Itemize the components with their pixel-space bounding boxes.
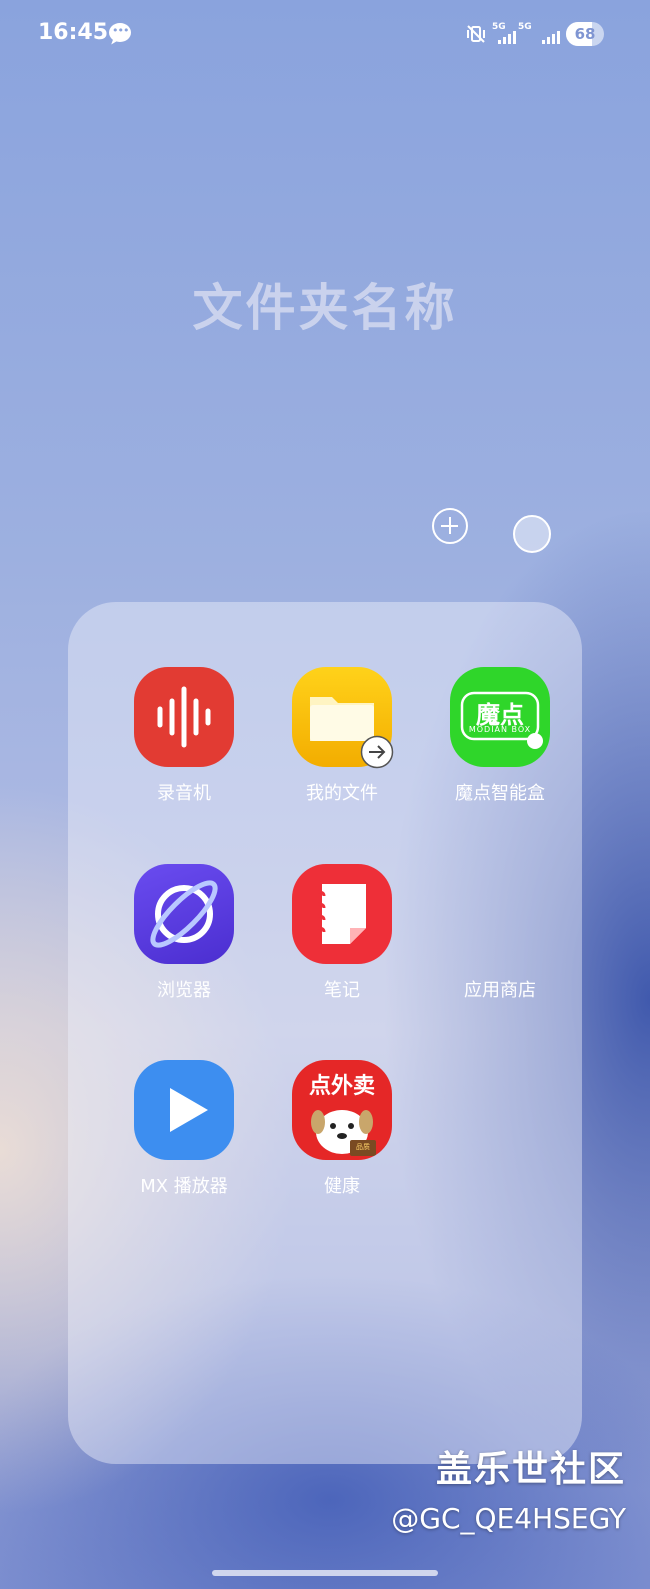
app-voice-recorder[interactable]: 录音机: [114, 667, 254, 817]
watermark-user: @GC_QE4HSEGY: [391, 1502, 626, 1535]
home-indicator[interactable]: [212, 1570, 438, 1576]
jd-delivery-icon: 点外卖 品质: [292, 1060, 392, 1160]
notes-icon: [292, 864, 392, 964]
voice-recorder-icon: [134, 667, 234, 767]
battery-percent: 68: [574, 25, 596, 43]
app-browser[interactable]: 浏览器: [114, 864, 254, 1014]
app-app-store[interactable]: 应用商店: [430, 864, 570, 1014]
signal-sim2-icon: 5G: [518, 22, 532, 32]
app-label: 笔记: [324, 980, 360, 1001]
app-label: 录音机: [157, 783, 211, 804]
mx-player-icon: [134, 1060, 234, 1160]
app-my-files[interactable]: 我的文件: [272, 667, 412, 817]
browser-icon: [134, 864, 234, 964]
app-label: 浏览器: [157, 980, 211, 1001]
add-apps-button[interactable]: [432, 508, 468, 544]
signal-sim1-icon: 5G: [492, 22, 516, 44]
signal-bars-icon: [540, 22, 560, 44]
chat-bubble-icon: [109, 23, 131, 42]
app-modian-box[interactable]: 魔点 MODIAN BOX 魔点智能盒: [430, 667, 570, 817]
app-store-icon: [450, 864, 550, 964]
app-label: 我的文件: [306, 783, 378, 804]
folder-color-button[interactable]: [513, 515, 551, 553]
status-time: 16:45: [38, 20, 109, 45]
watermark-title: 盖乐世社区: [435, 1449, 626, 1490]
folder-panel: 录音机 我的文件 魔点 MODIAN BOX 魔点智能盒 浏览器 笔记 应用商店…: [68, 602, 582, 1464]
app-mx-player[interactable]: MX 播放器: [114, 1060, 254, 1210]
app-label: 健康: [324, 1176, 360, 1197]
app-label: 应用商店: [464, 980, 536, 1001]
modian-logo-subtext: MODIAN BOX: [468, 725, 532, 734]
status-bar: 16:45 5G 5G 68: [0, 0, 650, 68]
app-label: 魔点智能盒: [455, 783, 545, 804]
app-notes[interactable]: 笔记: [272, 864, 412, 1014]
arrow-right-icon: [360, 735, 394, 769]
app-label: MX 播放器: [140, 1176, 228, 1197]
modian-box-icon: 魔点 MODIAN BOX: [450, 667, 550, 767]
jd-icon-badge: 品质: [356, 1143, 370, 1151]
app-health[interactable]: 点外卖 品质 健康: [272, 1060, 412, 1210]
folder-name-field[interactable]: 文件夹名称: [0, 268, 650, 340]
battery-indicator: 68: [566, 22, 604, 46]
watermark: 盖乐世社区 @GC_QE4HSEGY: [391, 1440, 626, 1535]
vibrate-mute-icon: [467, 25, 485, 43]
